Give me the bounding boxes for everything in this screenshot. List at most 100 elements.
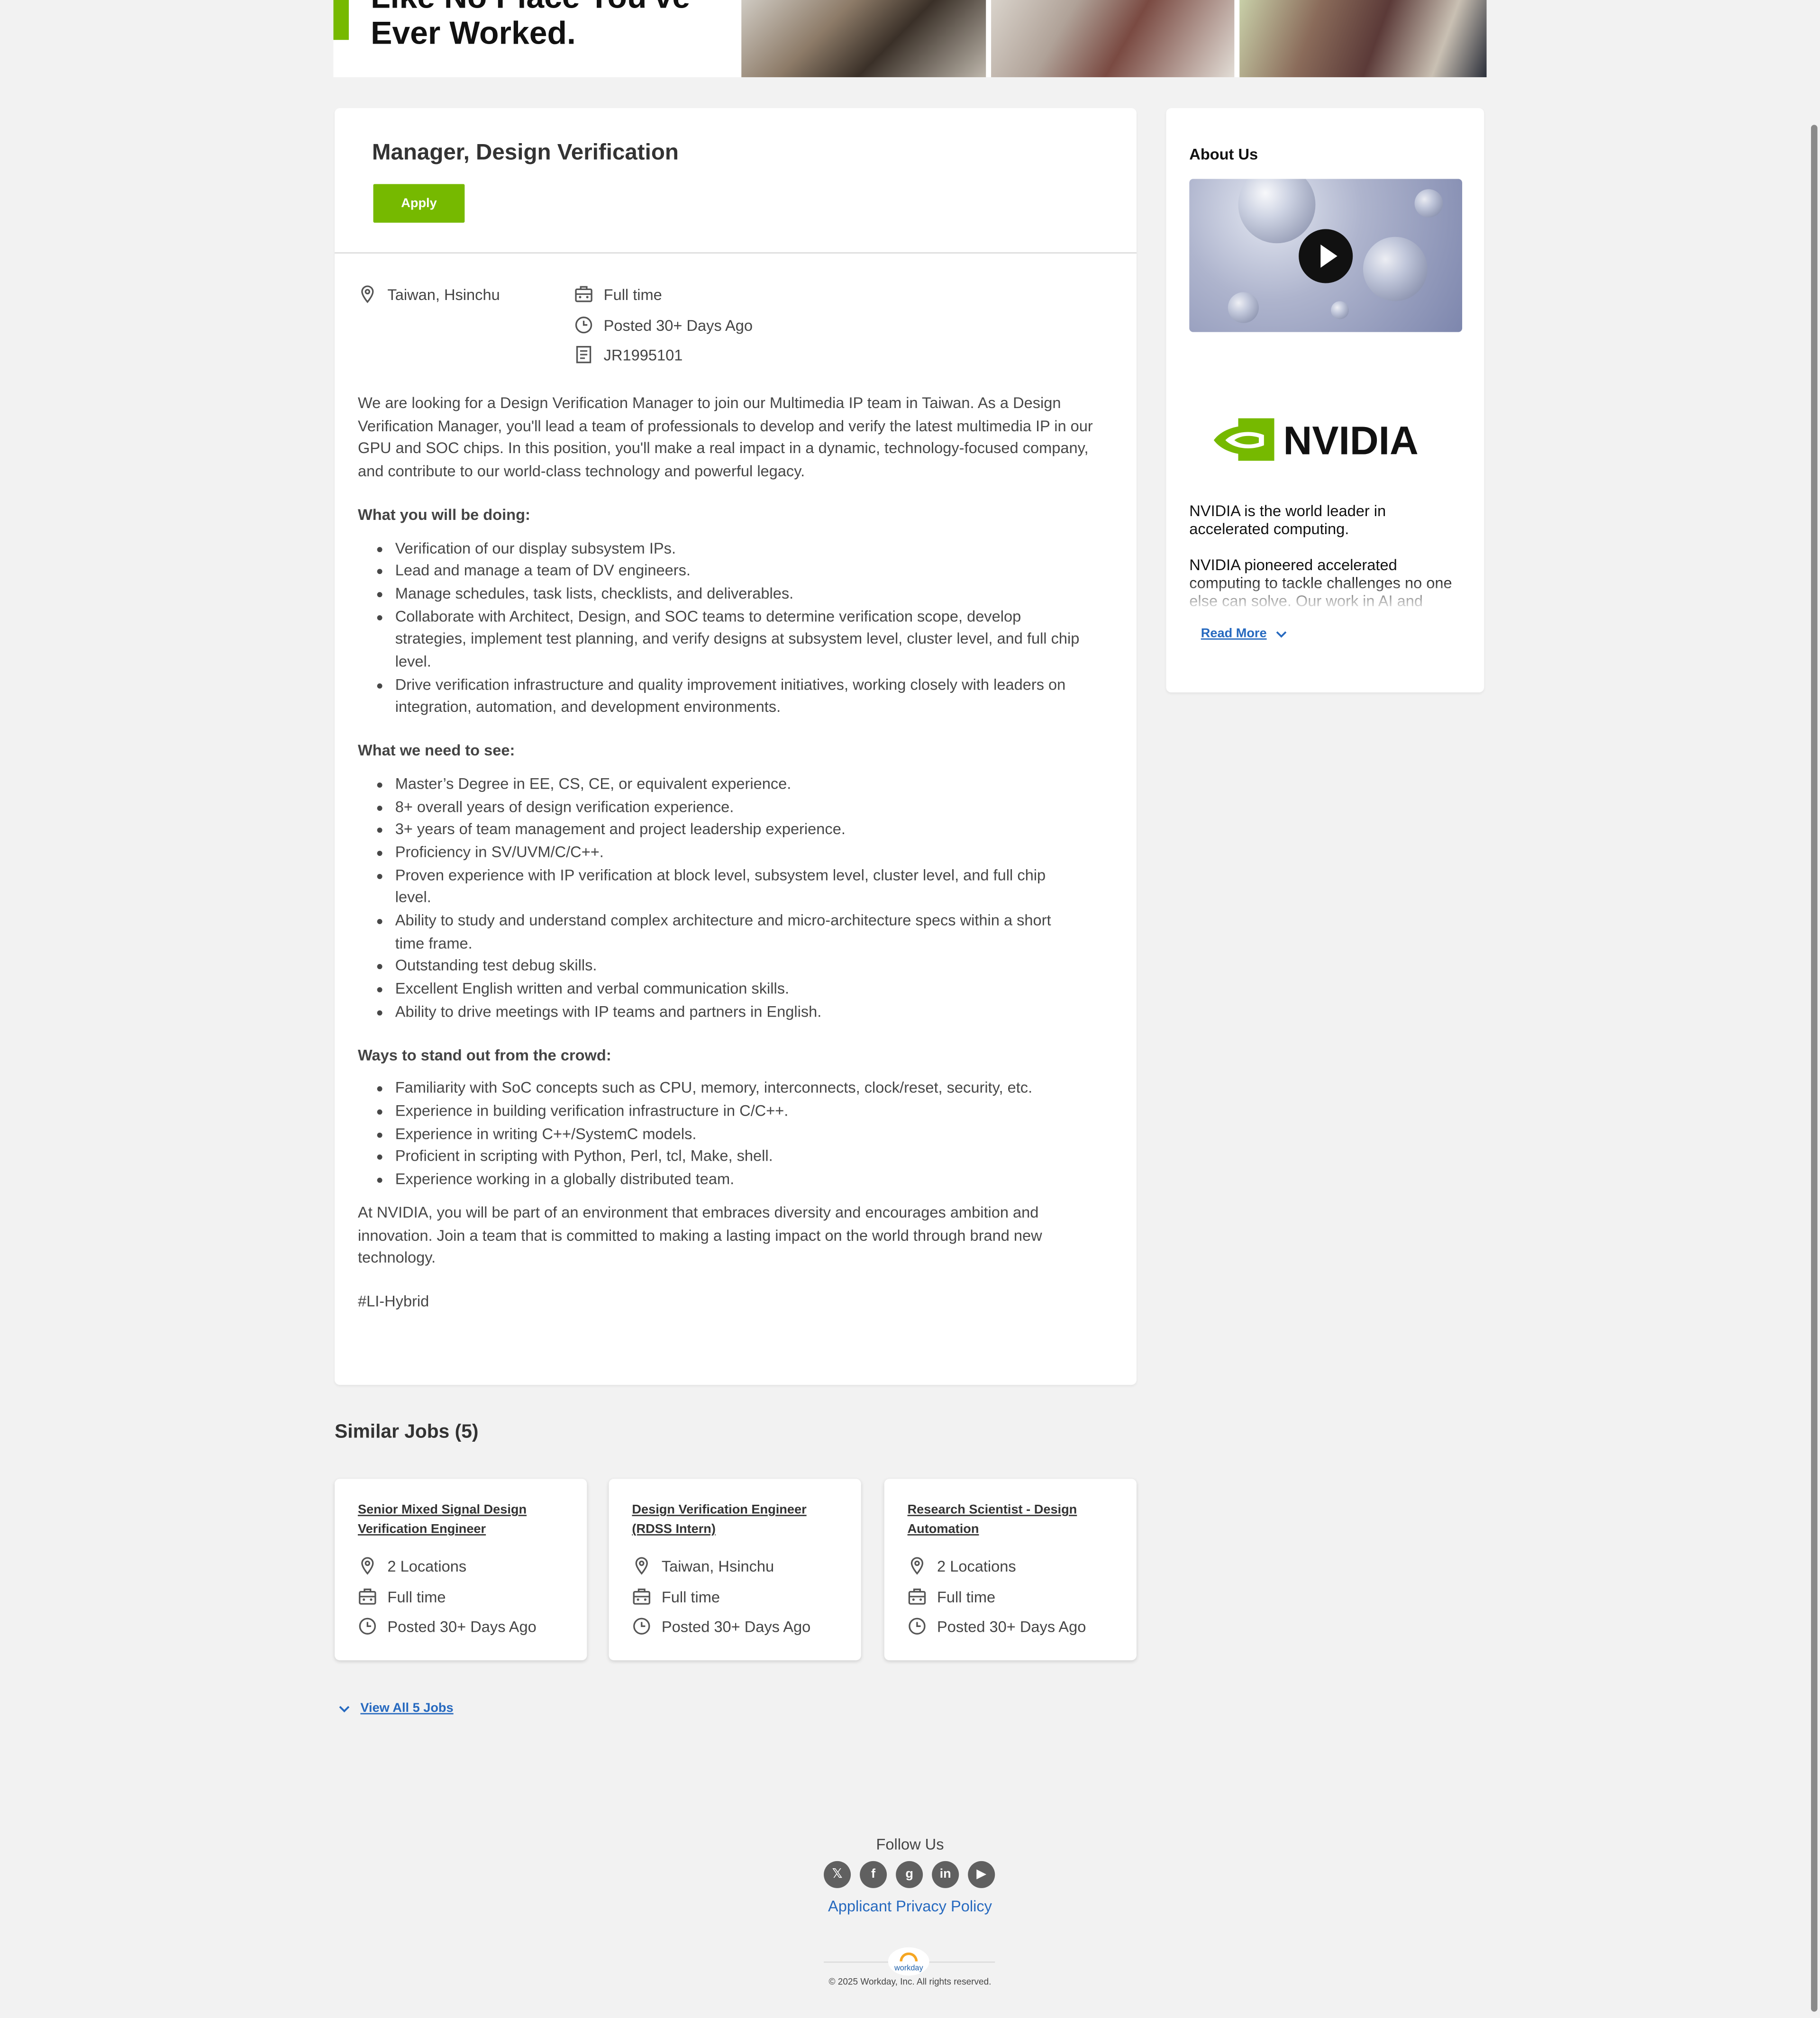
similar-job-title-link[interactable]: Research Scientist - Design Automation (908, 1501, 1120, 1539)
list-item: Proficient in scripting with Python, Per… (395, 1146, 1111, 1169)
similar-jobs-title: Similar Jobs (5) (335, 1421, 479, 1443)
read-more-link[interactable]: Read More (1201, 627, 1287, 641)
text-fade (1189, 576, 1463, 613)
list-item: Collaborate with Architect, Design, and … (395, 606, 1111, 674)
video-sphere (1414, 189, 1443, 218)
list-item: Experience in building verification infr… (395, 1100, 1111, 1123)
need-heading: What we need to see: (357, 741, 515, 760)
divider (335, 252, 1137, 254)
hero-photo-group (1239, 0, 1487, 77)
location-pin-icon (361, 1557, 374, 1575)
similar-job-card: Research Scientist - Design Automation 2… (884, 1479, 1137, 1661)
video-sphere (1363, 236, 1428, 301)
nvidia-wordmark: NVIDIA (1283, 418, 1419, 463)
x-icon[interactable]: 𝕏 (824, 1861, 851, 1888)
job-location-text: Taiwan, Hsinchu (387, 285, 500, 303)
hero-accent-bar (333, 0, 349, 40)
standout-heading: Ways to stand out from the crowd: (357, 1045, 611, 1064)
view-all-jobs-label: View All 5 Jobs (360, 1701, 454, 1716)
job-location: Taiwan, Hsinchu (358, 284, 500, 304)
list-item: Proven experience with IP verification a… (395, 864, 1111, 910)
description-intro: We are looking for a Design Verification… (357, 394, 1093, 481)
similar-job-location: 2 Locations (908, 1556, 1016, 1575)
list-item: Drive verification infrastructure and qu… (395, 674, 1111, 719)
similar-job-title-link[interactable]: Design Verification Engineer (RDSS Inter… (632, 1501, 844, 1539)
list-item: 8+ overall years of design verification … (395, 796, 1111, 819)
similar-job-posted: Posted 30+ Days Ago (632, 1617, 810, 1636)
time-type-icon (359, 1588, 376, 1605)
job-posted: Posted 30+ Days Ago (574, 315, 753, 335)
job-description: We are looking for a Design Verification… (358, 392, 1111, 1313)
similar-job-time-type-text: Full time (937, 1587, 996, 1606)
chevron-down-icon (1276, 630, 1287, 637)
similar-job-location: 2 Locations (358, 1556, 466, 1575)
document-icon (576, 345, 592, 364)
about-paragraph-1: NVIDIA is the world leader in accelerate… (1189, 502, 1386, 538)
list-item: Ability to drive meetings with IP teams … (395, 1001, 1111, 1024)
time-type-icon (575, 286, 592, 302)
video-sphere (1228, 292, 1259, 323)
workday-logo: workday (888, 1947, 929, 1976)
job-time-type-text: Full time (603, 285, 662, 303)
view-all-jobs-link[interactable]: View All 5 Jobs (338, 1701, 454, 1716)
similar-job-location-text: Taiwan, Hsinchu (661, 1556, 774, 1575)
follow-us-label: Follow Us (876, 1835, 944, 1854)
hero-photo-team (741, 0, 986, 77)
facebook-icon[interactable]: f (860, 1861, 887, 1888)
similar-job-time-type: Full time (908, 1587, 996, 1606)
about-us-card: About Us NVIDIA NVIDIA is the world lead… (1166, 108, 1484, 693)
list-item: Excellent English written and verbal com… (395, 978, 1111, 1001)
youtube-icon[interactable]: ▶ (968, 1861, 995, 1888)
list-item: Experience in writing C++/SystemC models… (395, 1123, 1111, 1146)
list-item: 3+ years of team management and project … (395, 819, 1111, 842)
about-title: About Us (1189, 145, 1258, 164)
job-req-id-text: JR1995101 (603, 345, 683, 364)
privacy-policy-link[interactable]: Applicant Privacy Policy (0, 1897, 1820, 1915)
about-video[interactable] (1189, 179, 1463, 332)
similar-job-location: Taiwan, Hsinchu (632, 1556, 774, 1575)
similar-job-posted: Posted 30+ Days Ago (358, 1617, 537, 1636)
standout-list: Familiarity with SoC concepts such as CP… (358, 1078, 1111, 1191)
similar-job-card: Design Verification Engineer (RDSS Inter… (609, 1479, 861, 1661)
read-more-label: Read More (1201, 627, 1267, 641)
similar-job-time-type-text: Full time (661, 1587, 720, 1606)
similar-job-location-text: 2 Locations (937, 1556, 1016, 1575)
clock-icon (359, 1618, 376, 1635)
similar-job-title-link[interactable]: Senior Mixed Signal Design Verification … (358, 1501, 570, 1539)
list-item: Outstanding test debug skills. (395, 955, 1111, 978)
location-pin-icon (635, 1557, 648, 1575)
job-title: Manager, Design Verification (372, 139, 679, 165)
similar-job-time-type-text: Full time (387, 1587, 446, 1606)
hero-line-2: Ever Worked. (371, 15, 576, 52)
apply-button[interactable]: Apply (373, 184, 465, 223)
location-pin-icon (361, 285, 374, 303)
list-item: Familiarity with SoC concepts such as CP… (395, 1078, 1111, 1100)
job-details-card: Manager, Design Verification Apply Taiwa… (335, 108, 1137, 1385)
similar-job-posted-text: Posted 30+ Days Ago (937, 1617, 1086, 1636)
nvidia-eye-icon: NVIDIA (1213, 418, 1419, 463)
similar-job-card: Senior Mixed Signal Design Verification … (335, 1479, 587, 1661)
list-item: Verification of our display subsystem IP… (395, 537, 1111, 560)
hero-photo-office (991, 0, 1235, 77)
list-item: Master’s Degree in EE, CS, CE, or equiva… (395, 773, 1111, 796)
list-item: Manage schedules, task lists, checklists… (395, 583, 1111, 606)
description-closing: At NVIDIA, you will be part of an enviro… (357, 1203, 1042, 1267)
need-list: Master’s Degree in EE, CS, CE, or equiva… (358, 773, 1111, 1024)
video-sphere (1331, 301, 1349, 319)
video-sphere (1238, 179, 1316, 244)
clock-icon (909, 1618, 926, 1635)
linkedin-icon[interactable]: in (932, 1861, 959, 1888)
social-links: 𝕏 f g in ▶ (824, 1861, 995, 1888)
similar-job-posted-text: Posted 30+ Days Ago (661, 1617, 811, 1636)
doing-list: Verification of our display subsystem IP… (358, 537, 1111, 720)
doing-heading: What you will be doing: (357, 505, 530, 524)
scrollbar-thumb[interactable] (1811, 125, 1818, 2012)
chevron-down-icon (339, 1705, 350, 1712)
list-item: Experience working in a globally distrib… (395, 1169, 1111, 1191)
hero-line-1: Like No Place You've (371, 0, 690, 16)
glassdoor-icon[interactable]: g (896, 1861, 923, 1888)
list-item: Proficiency in SV/UVM/C/C++. (395, 842, 1111, 864)
job-req-id: JR1995101 (574, 345, 682, 364)
hero-banner: Like No Place You've Ever Worked. (333, 0, 1487, 77)
play-icon[interactable] (1299, 229, 1353, 283)
